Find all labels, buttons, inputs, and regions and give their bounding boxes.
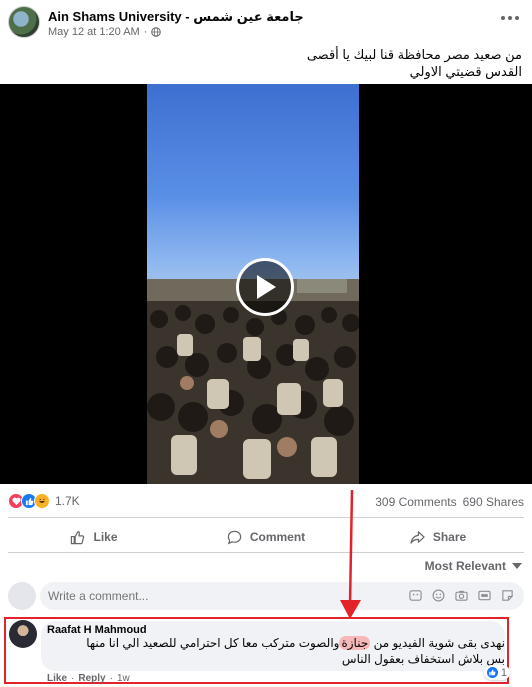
post-actions: Like Comment Share <box>8 522 524 552</box>
caption-line-2: القدس قضيتي الاولي <box>409 64 522 79</box>
post-date[interactable]: May 12 at 1:20 AM <box>48 26 140 38</box>
haha-icon <box>34 493 50 509</box>
camera-icon[interactable] <box>455 589 468 602</box>
globe-icon <box>151 27 162 37</box>
comment-time[interactable]: 1w <box>117 673 130 684</box>
comment-text: نهدى بقى شوية الفيديو من جنازةوالصوت متر… <box>65 635 505 667</box>
comment-actions: Like · Reply · 1w <box>47 673 130 684</box>
page-avatar[interactable] <box>8 6 40 38</box>
comment-text-before: نهدى بقى شوية الفيديو من <box>370 636 505 650</box>
play-icon <box>257 275 276 299</box>
post-meta: May 12 at 1:20 AM · <box>48 26 162 38</box>
post-caption: من صعيد مصر محافظة قنا لبيك يا أقصى القد… <box>122 46 522 80</box>
comment-like-count: 1 <box>500 666 507 679</box>
thumbs-up-icon <box>71 530 85 544</box>
comment-icon <box>227 530 242 545</box>
highlighted-word: جنازة <box>339 636 371 650</box>
composer-icons <box>409 589 514 602</box>
comment-button[interactable]: Comment <box>180 522 352 552</box>
share-label: Share <box>432 530 467 544</box>
sticker-icon[interactable] <box>501 589 514 602</box>
comment-reply-link[interactable]: Reply <box>78 673 105 684</box>
video-player[interactable] <box>0 84 532 484</box>
like-icon <box>486 667 498 678</box>
more-options-icon[interactable] <box>498 10 522 26</box>
caret-down-icon <box>512 562 522 569</box>
comment-sep-1: · <box>71 673 75 684</box>
stats-right: 309 Comments 690 Shares <box>375 495 524 509</box>
post-stats: 1.7K 309 Comments 690 Shares <box>8 491 524 511</box>
page-name[interactable]: Ain Shams University - جامعة عين شمس <box>48 9 304 25</box>
smiley-icon[interactable] <box>432 589 445 602</box>
share-button[interactable]: Share <box>352 522 524 552</box>
comments-count[interactable]: 309 Comments <box>375 495 456 509</box>
emoji-icon[interactable] <box>409 589 422 602</box>
comment-like-badge[interactable]: 1 <box>483 665 510 680</box>
like-label: Like <box>93 530 118 544</box>
caption-line-1: من صعيد مصر محافظة قنا لبيك يا أقصى <box>306 47 522 62</box>
reactions-summary[interactable]: 1.7K <box>8 493 80 509</box>
comment-sort-dropdown[interactable]: Most Relevant <box>425 559 522 573</box>
play-button[interactable] <box>236 258 294 316</box>
divider-top <box>8 517 524 518</box>
comment-label: Comment <box>249 530 306 544</box>
comment-like-link[interactable]: Like <box>47 673 67 684</box>
reaction-count[interactable]: 1.7K <box>55 494 80 508</box>
commenter-avatar[interactable] <box>9 620 37 648</box>
meta-separator: · <box>143 26 148 38</box>
comment-composer <box>8 582 524 612</box>
post-header: Ain Shams University - جامعة عين شمس May… <box>8 6 524 42</box>
user-avatar[interactable] <box>8 582 36 610</box>
like-button[interactable]: Like <box>8 522 180 552</box>
shares-count[interactable]: 690 Shares <box>463 495 524 509</box>
gif-icon[interactable] <box>478 589 491 602</box>
sort-label: Most Relevant <box>424 559 506 573</box>
divider-bottom <box>8 552 524 553</box>
comment-sep-2: · <box>109 673 113 684</box>
share-icon <box>410 530 425 544</box>
